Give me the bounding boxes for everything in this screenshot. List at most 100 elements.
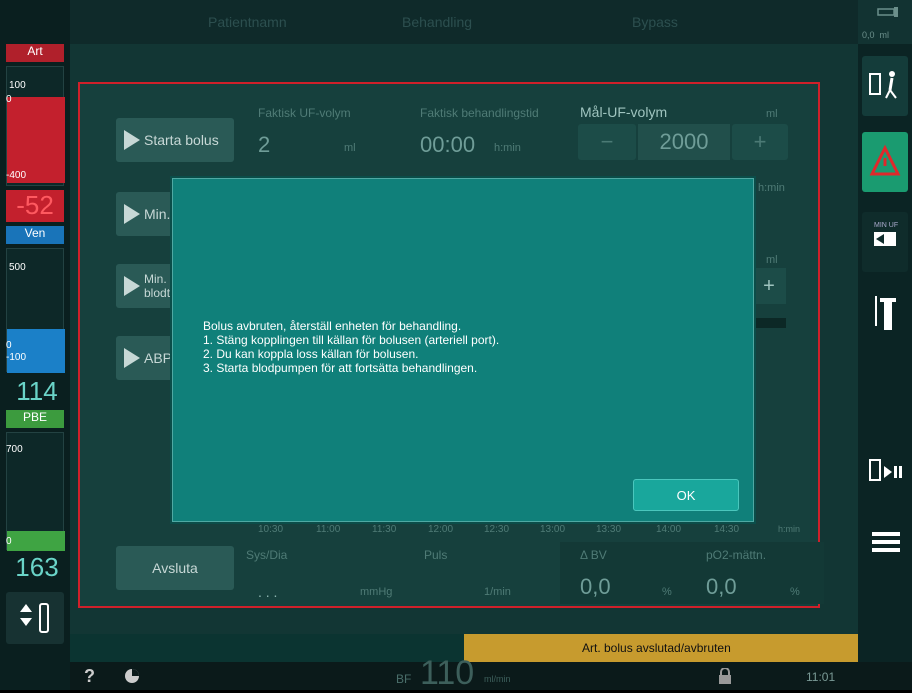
goal-uf-unit: ml: [766, 108, 778, 120]
ven-range-bar: [7, 329, 65, 373]
uf-indicator[interactable]: 0,0 ml: [858, 0, 912, 44]
ven-top-tick: 500: [9, 262, 26, 273]
time-axis: 10:30 11:00 11:30 12:00 12:30 13:00 13:3…: [258, 524, 818, 538]
pulse-unit: 1/min: [484, 586, 511, 598]
delta-bv-label: Δ BV: [580, 548, 607, 562]
goal-decrease-button[interactable]: −: [578, 124, 636, 160]
hmin-unit: h:min: [758, 182, 785, 194]
uf-volume-label: Faktisk UF-volym: [258, 106, 351, 120]
patient-exit-icon: [869, 71, 897, 99]
dialog-line-2: 1. Stäng kopplingen till källan för bolu…: [203, 333, 500, 347]
min-label: Min.: [144, 206, 171, 222]
art-mid-tick: 0: [6, 94, 12, 105]
start-bolus-button[interactable]: Starta bolus: [116, 118, 234, 162]
axis-tick: 14:30: [714, 524, 740, 535]
exit-patient-button[interactable]: [862, 56, 908, 116]
art-bottom-tick: -400: [6, 170, 27, 181]
axis-tick: 10:30: [258, 524, 284, 535]
po2-unit: %: [790, 586, 800, 598]
axis-tick: 11:30: [372, 524, 397, 535]
art-label: Art: [6, 44, 64, 62]
ven-mid-tick: 0: [6, 340, 12, 351]
right-toolbar: MIN UF: [858, 44, 912, 690]
dialog-message: Bolus avbruten, återställ enheten för be…: [203, 319, 499, 375]
pbe-bottom-tick: 0: [6, 536, 12, 547]
uf-volume-unit: ml: [344, 142, 356, 154]
uf-indicator-value: 0,0 ml: [862, 30, 890, 40]
axis-tick: 14:00: [656, 524, 682, 535]
side-increase-button[interactable]: +: [752, 268, 786, 304]
help-button[interactable]: ?: [84, 666, 95, 687]
axis-tick: 12:30: [484, 524, 510, 535]
axis-tick: 11:00: [316, 524, 341, 535]
axis-tick: 13:00: [540, 524, 566, 535]
axis-tick: 12:00: [428, 524, 454, 535]
pbe-value: 163: [15, 552, 59, 582]
min-uf-button[interactable]: MIN UF: [862, 212, 908, 272]
dialog-line-3: 2. Du kan koppla loss källan för bolusen…: [203, 347, 419, 361]
start-bolus-label: Starta bolus: [144, 132, 219, 148]
uf-volume-value: 2: [258, 132, 271, 157]
delta-bv-value: 0,0: [580, 574, 611, 599]
pbe-range-bar: [7, 531, 65, 551]
syringe-button[interactable]: [862, 280, 908, 340]
play-icon: [124, 204, 140, 224]
pause-treatment-button[interactable]: [862, 442, 908, 502]
status-message: Art. bolus avslutad/avbruten: [464, 634, 858, 662]
end-button[interactable]: Avsluta: [116, 546, 234, 590]
min-blood-label: Min. blodt: [144, 272, 171, 300]
tab-bypass[interactable]: Bypass: [632, 14, 678, 30]
play-icon: [124, 130, 140, 150]
play-icon: [124, 348, 140, 368]
axis-tick: 13:30: [596, 524, 622, 535]
goal-uf-value[interactable]: 2000: [638, 124, 730, 160]
po2-label: pO2-mättn.: [706, 548, 767, 562]
ven-bottom-tick: -100: [6, 352, 27, 363]
menu-button[interactable]: [862, 514, 908, 574]
sysdia-value: . . .: [258, 584, 278, 600]
goal-uf-label: Mål-UF-volym: [580, 104, 668, 120]
pbe-label: PBE: [6, 410, 64, 428]
pulse-label: Puls: [424, 548, 448, 562]
level-arrows-icon: [20, 603, 49, 633]
ml-unit: ml: [766, 254, 778, 266]
lock-icon[interactable]: [718, 668, 732, 684]
pause-exit-icon: [869, 459, 902, 481]
axis-unit: h:min: [778, 524, 801, 534]
bf-label: BF: [396, 672, 412, 686]
alarm-button[interactable]: [862, 132, 908, 192]
tab-patient-name[interactable]: Patientnamn: [208, 14, 287, 30]
delta-bv-unit: %: [662, 586, 672, 598]
heparin-syringe-icon: [875, 296, 896, 330]
bolus-aborted-dialog: Bolus avbruten, återställ enheten för be…: [172, 178, 754, 522]
tab-treatment[interactable]: Behandling: [402, 14, 472, 30]
sysdia-label: Sys/Dia: [246, 548, 288, 562]
goal-increase-button[interactable]: +: [732, 124, 788, 160]
treatment-time-label: Faktisk behandlingstid: [420, 106, 539, 120]
dialog-line-4: 3. Starta blodpumpen för att fortsätta b…: [203, 361, 478, 375]
list-menu-icon: [872, 532, 900, 552]
top-bar: mmHg Patientnamn Behandling Bypass: [0, 0, 912, 44]
bf-value[interactable]: 110: [420, 654, 474, 693]
bf-unit: ml/min: [484, 674, 511, 684]
min-uf-label: MIN UF: [874, 222, 899, 229]
syringe-icon: [877, 7, 898, 17]
pressure-column: Art 100 0 -400 -52 Ven 500 0 -100 114 PB…: [0, 0, 70, 690]
play-icon: [124, 276, 140, 296]
po2-value: 0,0: [706, 574, 737, 599]
warning-icon: [869, 144, 901, 176]
abp-label: ABP: [144, 350, 173, 366]
clock: 11:01: [806, 670, 836, 684]
bottom-bar: ? BF 110 ml/min 11:01: [70, 654, 912, 692]
min-uf-icon: [874, 232, 896, 246]
treatment-time-unit: h:min: [494, 142, 521, 154]
ven-value: 114: [16, 376, 58, 406]
art-value: -52: [6, 190, 64, 222]
sysdia-unit: mmHg: [360, 586, 393, 598]
timer-icon[interactable]: [124, 668, 140, 684]
side-progress-bar: [752, 318, 786, 328]
ok-button[interactable]: OK: [633, 479, 739, 511]
ven-label: Ven: [6, 226, 64, 244]
dialog-line-1: Bolus avbruten, återställ enheten för be…: [203, 319, 462, 333]
level-adjust-button[interactable]: [6, 592, 64, 644]
